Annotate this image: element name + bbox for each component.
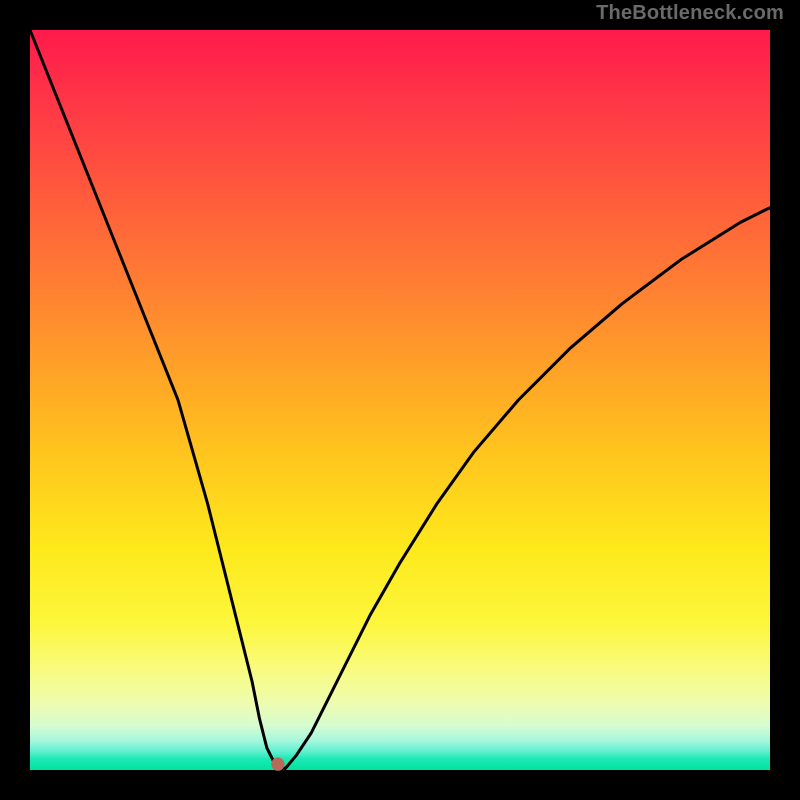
plot-svg xyxy=(30,30,770,770)
watermark-text: TheBottleneck.com xyxy=(596,2,784,25)
chart-frame: TheBottleneck.com xyxy=(0,0,800,800)
bottleneck-curve xyxy=(30,30,770,770)
plot-area xyxy=(30,30,770,770)
optimum-marker xyxy=(271,757,284,770)
